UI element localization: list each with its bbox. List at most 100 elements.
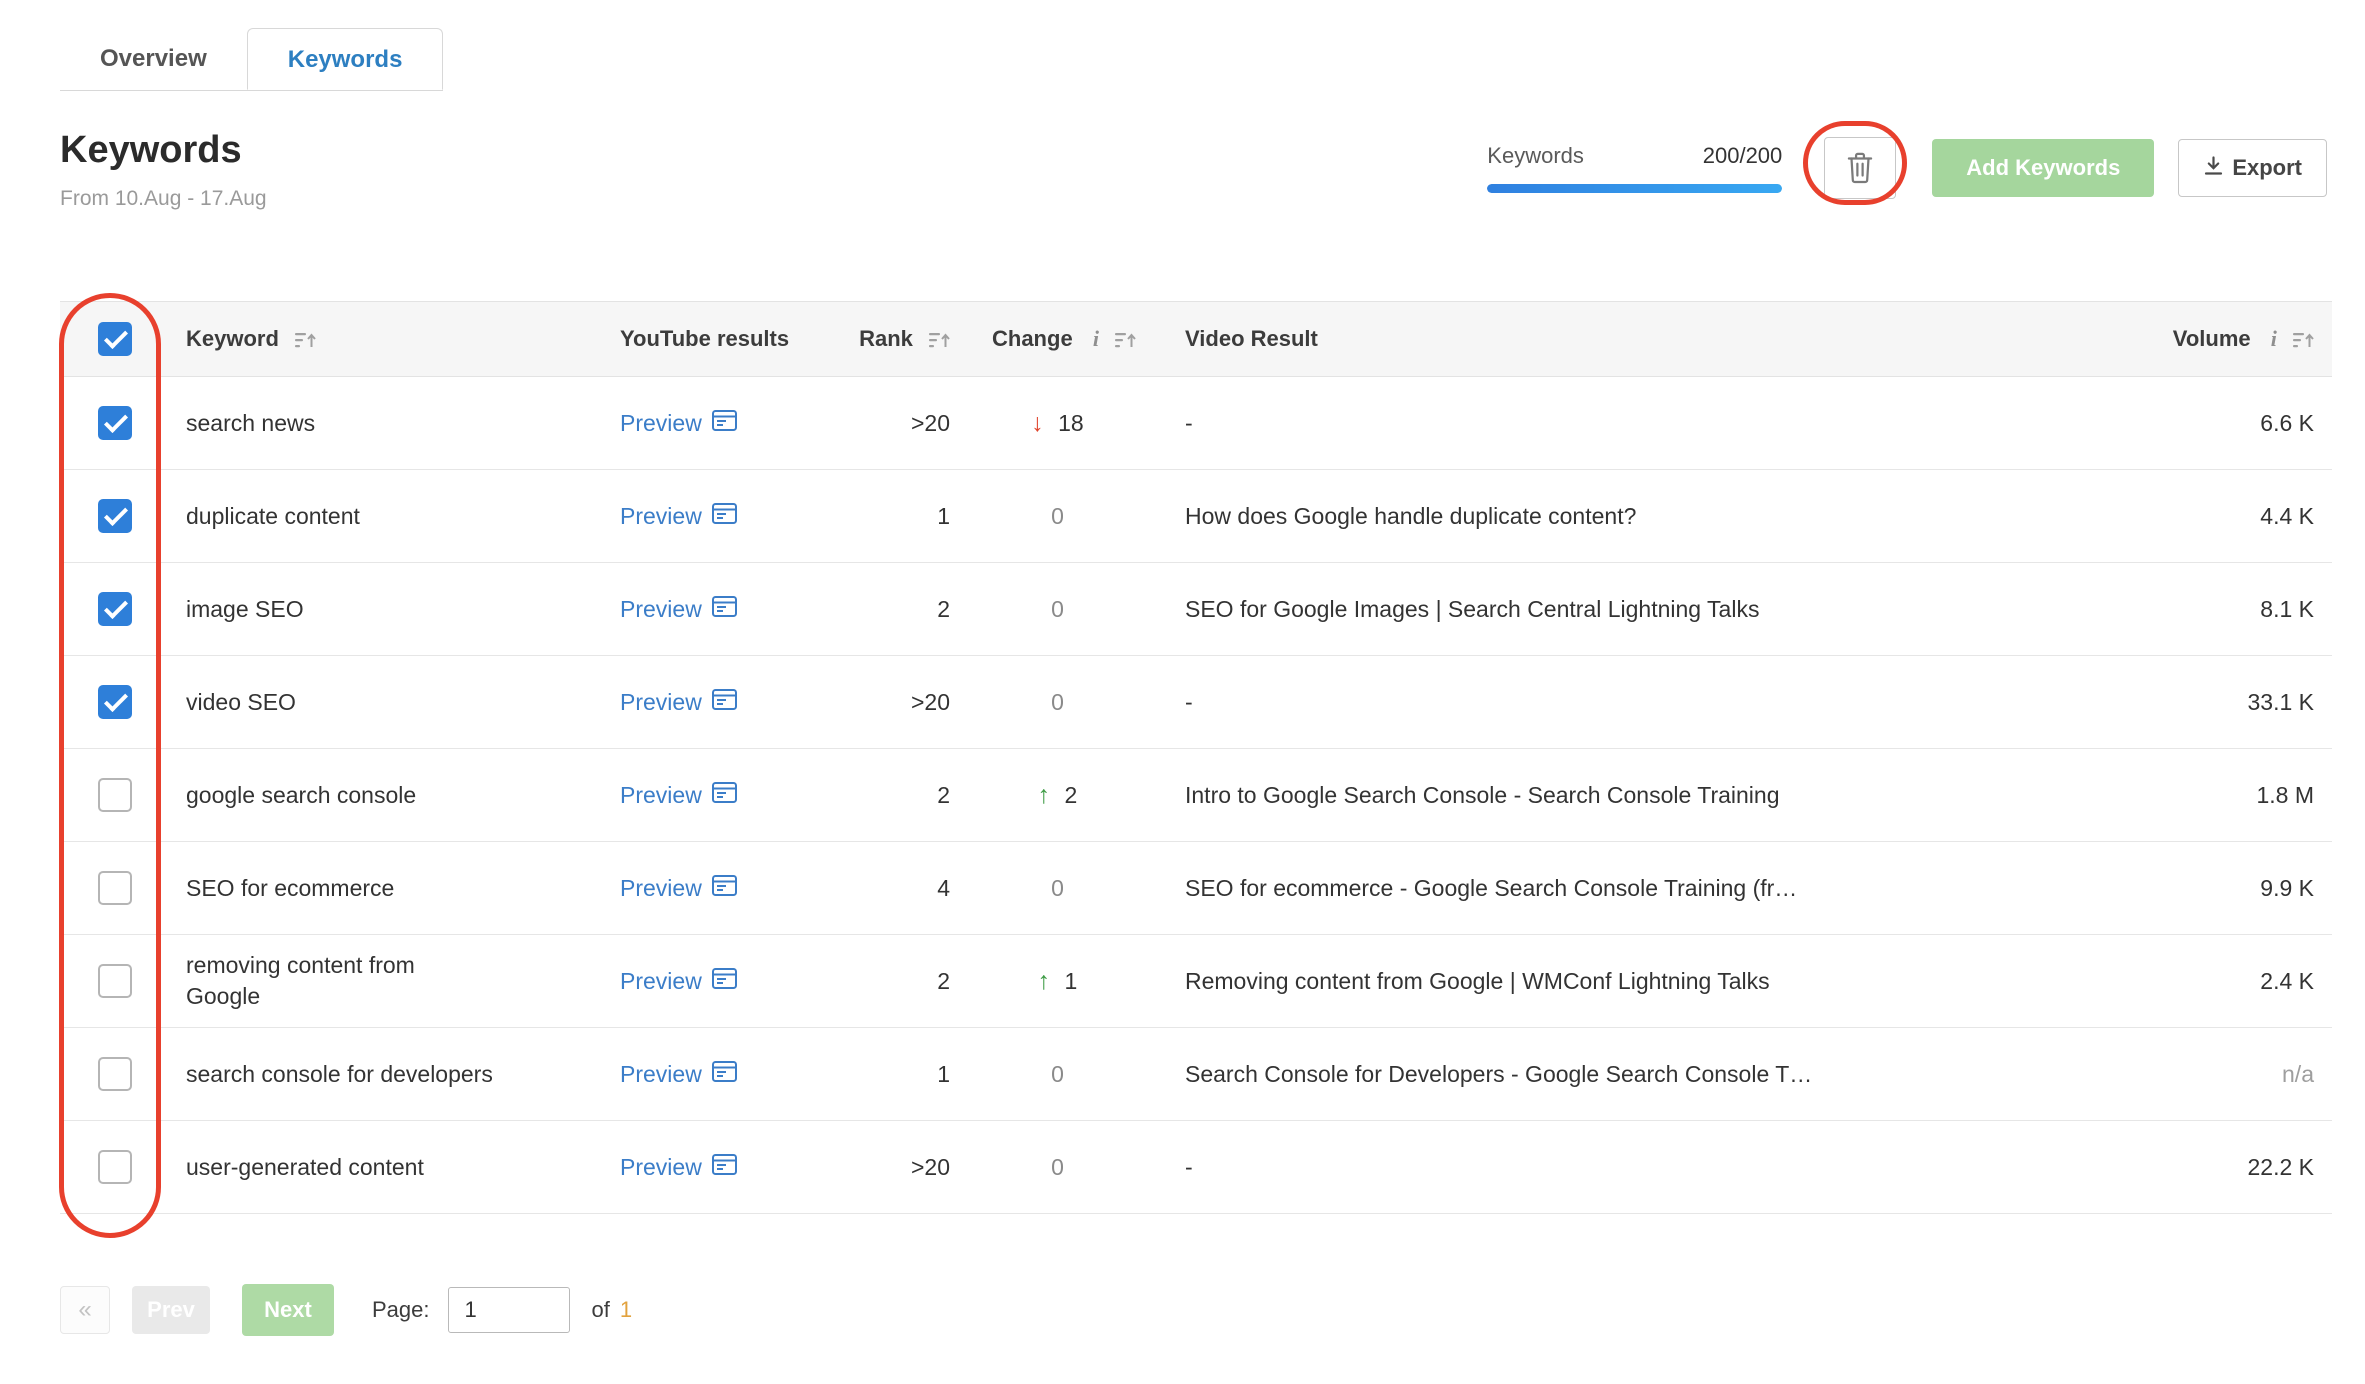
preview-link-label: Preview: [620, 688, 702, 715]
preview-link[interactable]: Preview: [620, 1153, 737, 1181]
rank-cell: 2: [825, 748, 970, 842]
keyword-cell: search news: [186, 409, 316, 436]
page-header: Keywords From 10.Aug - 17.Aug Keywords 2…: [0, 91, 2365, 211]
column-header-keyword: Keyword: [170, 301, 600, 377]
rank-cell: 4: [825, 841, 970, 935]
rank-cell: 1: [825, 1027, 970, 1121]
preview-link-label: Preview: [620, 409, 702, 436]
serp-preview-icon: [711, 595, 737, 623]
preview-link[interactable]: Preview: [620, 502, 737, 530]
preview-link[interactable]: Preview: [620, 874, 737, 902]
change-value: 0: [1051, 874, 1064, 901]
preview-link-label: Preview: [620, 595, 702, 622]
table-row: search news Preview >20 ↓ 18 - 6.6 K: [60, 376, 2332, 470]
preview-link[interactable]: Preview: [620, 688, 737, 716]
change-value: 2: [1064, 781, 1078, 808]
rank-cell: 1: [825, 469, 970, 563]
column-header-youtube-results: YouTube results: [600, 301, 825, 377]
rank-cell: 2: [825, 562, 970, 656]
info-icon: [2271, 326, 2277, 352]
first-page-button[interactable]: «: [60, 1286, 110, 1334]
change-arrow-icon: ↓: [1031, 408, 1044, 437]
volume-cell: 8.1 K: [2105, 562, 2332, 656]
prev-page-button[interactable]: Prev: [132, 1286, 210, 1334]
table-row: video SEO Preview >20 0 - 33.1 K: [60, 655, 2332, 749]
change-value: 18: [1058, 409, 1084, 436]
sort-icon[interactable]: [2283, 326, 2314, 351]
table-row: user-generated content Preview >20 0 - 2…: [60, 1120, 2332, 1214]
preview-link-label: Preview: [620, 1060, 702, 1087]
row-checkbox[interactable]: [98, 685, 132, 719]
change-cell: ↑ 1: [970, 934, 1145, 1028]
change-cell: 0: [970, 1027, 1145, 1121]
change-cell: 0: [970, 469, 1145, 563]
volume-cell: 33.1 K: [2105, 655, 2332, 749]
tab-bar: Overview Keywords: [60, 28, 444, 91]
sort-icon[interactable]: [285, 326, 316, 351]
table-header-row: Keyword YouTube results Rank Change i Vi…: [60, 301, 2332, 377]
download-icon: [2203, 155, 2224, 182]
keyword-cell: google search console: [186, 781, 417, 808]
row-checkbox[interactable]: [98, 592, 132, 626]
next-page-button[interactable]: Next: [242, 1284, 334, 1336]
column-header-rank: Rank: [825, 301, 970, 377]
serp-preview-icon: [711, 1060, 737, 1088]
trash-icon: [1844, 150, 1876, 187]
preview-link[interactable]: Preview: [620, 595, 737, 623]
delete-keywords-button[interactable]: [1824, 137, 1897, 199]
row-checkbox[interactable]: [98, 964, 132, 998]
row-checkbox[interactable]: [98, 778, 132, 812]
keywords-counter-value: 200/200: [1702, 143, 1783, 168]
volume-cell: 22.2 K: [2105, 1120, 2332, 1214]
serp-preview-icon: [711, 781, 737, 809]
change-value: 0: [1051, 502, 1064, 529]
keyword-cell: removing content from Google: [186, 952, 415, 1009]
video-result-cell: Intro to Google Search Console - Search …: [1145, 748, 2105, 842]
table-row: SEO for ecommerce Preview 4 0 SEO for ec: [60, 841, 2332, 935]
column-header-volume-label: Volume: [2172, 326, 2251, 351]
add-keywords-button[interactable]: Add Keywords: [1932, 139, 2155, 197]
table-row: google search console Preview 2 ↑ 2 Intr…: [60, 748, 2332, 842]
volume-cell: 2.4 K: [2105, 934, 2332, 1028]
pagination: « Prev Next Page: of 1: [60, 1284, 2365, 1336]
tab-overview[interactable]: Overview: [60, 28, 247, 90]
sort-icon[interactable]: [1105, 326, 1136, 351]
preview-link[interactable]: Preview: [620, 967, 737, 995]
export-button[interactable]: Export: [2178, 139, 2327, 197]
video-result-cell: -: [1145, 376, 2105, 470]
page-title: Keywords: [60, 129, 242, 171]
serp-preview-icon: [711, 409, 737, 437]
delete-keywords-wrap: [1803, 121, 1908, 205]
preview-link-label: Preview: [620, 1153, 702, 1180]
serp-preview-icon: [711, 1153, 737, 1181]
page-input[interactable]: [447, 1287, 570, 1333]
change-cell: 0: [970, 655, 1145, 749]
column-header-youtube-results-label: YouTube results: [620, 326, 790, 351]
row-checkbox[interactable]: [98, 406, 132, 440]
sort-icon[interactable]: [919, 326, 950, 351]
video-result-cell: SEO for Google Images | Search Central L…: [1145, 562, 2105, 656]
preview-link[interactable]: Preview: [620, 1060, 737, 1088]
page-label: Page:: [372, 1297, 430, 1322]
tab-keywords[interactable]: Keywords: [246, 28, 444, 90]
preview-link-label: Preview: [620, 781, 702, 808]
preview-link[interactable]: Preview: [620, 409, 737, 437]
volume-cell: n/a: [2105, 1027, 2332, 1121]
select-all-checkbox[interactable]: [98, 322, 132, 356]
row-checkbox[interactable]: [98, 1057, 132, 1091]
rank-cell: >20: [825, 655, 970, 749]
video-result-cell: Search Console for Developers - Google S…: [1145, 1027, 2105, 1121]
row-checkbox[interactable]: [98, 1150, 132, 1184]
preview-link-label: Preview: [620, 502, 702, 529]
row-checkbox[interactable]: [98, 499, 132, 533]
row-checkbox[interactable]: [98, 871, 132, 905]
table-row: image SEO Preview 2 0 SEO for Google Ima: [60, 562, 2332, 656]
keyword-cell: image SEO: [186, 595, 304, 622]
keywords-usage-counter: Keywords 200/200: [1487, 143, 1783, 193]
table-row: removing content from Google Preview 2 ↑…: [60, 934, 2332, 1028]
table-row: search console for developers Preview 1 …: [60, 1027, 2332, 1121]
preview-link[interactable]: Preview: [620, 781, 737, 809]
keywords-table: Keyword YouTube results Rank Change i Vi…: [60, 301, 2332, 1214]
serp-preview-icon: [711, 688, 737, 716]
keyword-cell: user-generated content: [186, 1153, 424, 1180]
